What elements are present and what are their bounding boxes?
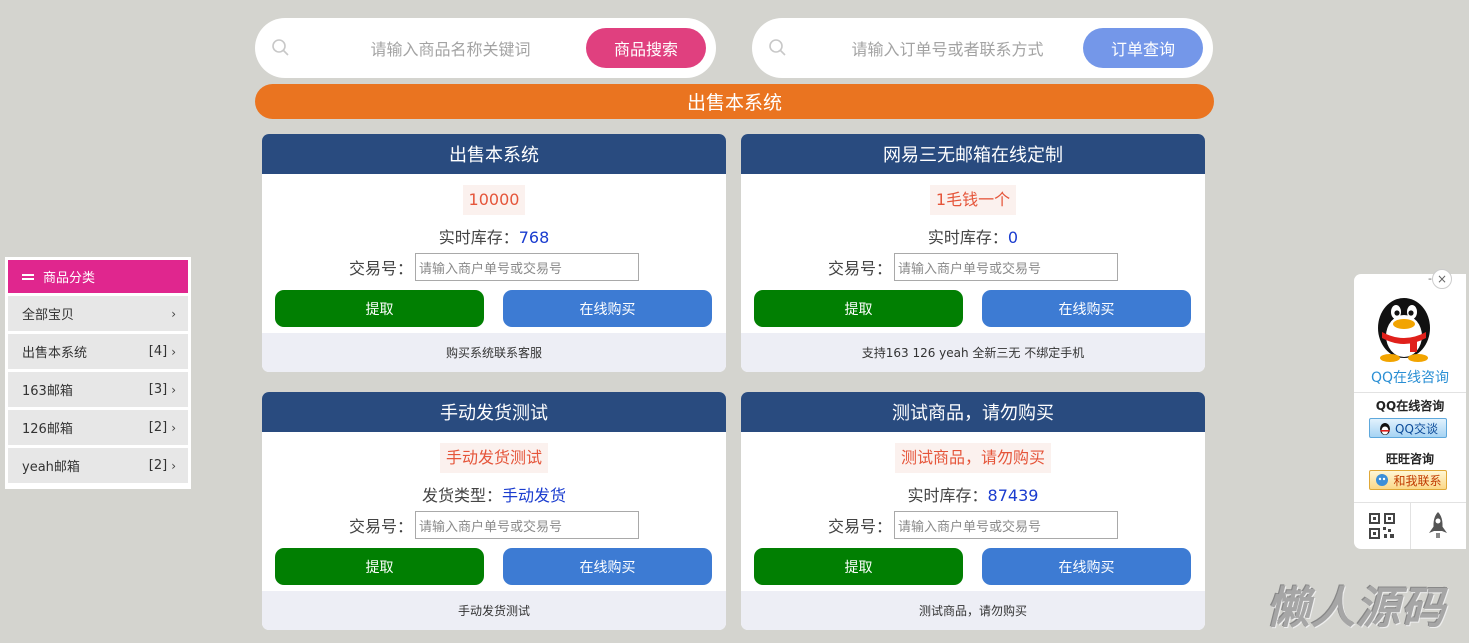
trade-number-input[interactable]: 请输入商户单号或交易号 [894,253,1118,281]
category-header[interactable]: 商品分类 [8,260,188,293]
extract-button[interactable]: 提取 [754,548,963,585]
product-stock: 实时库存：768 [262,224,726,248]
category-item-count: [3] [148,382,168,397]
wangwang-icon [1376,474,1389,486]
chevron-right-icon: › [171,420,176,435]
stock-value: 87439 [987,486,1039,505]
category-item-count: [4] [148,344,168,359]
product-title: 测试商品，请勿购买 [741,392,1205,432]
qq-penguin-icon [1378,298,1430,362]
trade-number-input[interactable]: 请输入商户单号或交易号 [894,511,1118,539]
wangwang-contact-label: 和我联系 [1393,473,1442,488]
product-card: 测试商品，请勿购买 测试商品，请勿购买 实时库存：87439 交易号： 请输入商… [741,392,1205,630]
stock-value: 0 [1007,228,1019,247]
chevron-right-icon: › [171,344,176,359]
stock-value: 768 [518,228,550,247]
category-item-126-mail[interactable]: 126邮箱 [2] › [8,410,188,445]
category-item-system[interactable]: 出售本系统 [4] › [8,334,188,369]
product-title: 网易三无邮箱在线定制 [741,134,1205,174]
order-search-input[interactable]: 请输入订单号或者联系方式 [812,18,1083,78]
product-title: 出售本系统 [262,134,726,174]
product-price: 手动发货测试 [439,443,548,473]
category-item-yeah-mail[interactable]: yeah邮箱 [2] › [8,448,188,483]
qq-chat-label: QQ交谈 [1395,421,1438,436]
delivery-type-value: 手动发货 [502,486,567,505]
watermark: 懒人源码 [1266,583,1446,634]
menu-icon [22,272,34,282]
category-item-label: yeah邮箱 [22,460,80,475]
product-price: 1毛钱一个 [929,185,1017,215]
category-title: 商品分类 [43,271,96,286]
product-card: 网易三无邮箱在线定制 1毛钱一个 实时库存：0 交易号： 请输入商户单号或交易号… [741,134,1205,372]
delivery-type: 发货类型：手动发货 [262,482,726,506]
category-item-count: [2] [148,458,168,473]
stock-label: 实时库存： [438,228,519,247]
goods-search-button[interactable]: 商品搜索 [586,28,706,68]
category-item-label: 163邮箱 [22,384,73,399]
stock-label: 实时库存： [907,486,988,505]
product-card: 手动发货测试 手动发货测试 发货类型：手动发货 交易号： 请输入商户单号或交易号… [262,392,726,630]
wangwang-consult-label: 旺旺咨询 [1385,452,1434,466]
category-item-label: 126邮箱 [22,422,73,437]
divider [1354,392,1466,393]
category-item-all[interactable]: 全部宝贝 › [8,296,188,331]
extract-button[interactable]: 提取 [275,290,484,327]
extract-button[interactable]: 提取 [754,290,963,327]
chevron-right-icon: › [171,382,176,397]
product-card: 出售本系统 10000 实时库存：768 交易号： 请输入商户单号或交易号 提取… [262,134,726,372]
product-note: 手动发货测试 [262,591,726,630]
trade-label: 交易号： [827,517,892,536]
product-stock: 实时库存：0 [741,224,1205,248]
wangwang-contact-button[interactable]: 和我联系 [1369,470,1447,490]
product-note: 测试商品，请勿购买 [741,591,1205,630]
product-price: 10000 [462,185,526,215]
trade-label: 交易号： [348,259,413,278]
order-search-bar: 请输入订单号或者联系方式 订单查询 [752,18,1213,78]
goods-search-bar: 请输入商品名称关键词 商品搜索 [255,18,716,78]
chevron-right-icon: › [171,458,176,473]
chevron-right-icon: › [171,306,176,321]
buy-online-button[interactable]: 在线购买 [503,548,712,585]
search-icon [769,39,786,56]
trade-number-input[interactable]: 请输入商户单号或交易号 [415,253,639,281]
qq-panel-title[interactable]: QQ在线咨询 [1354,367,1466,387]
qq-small-icon [1380,423,1391,435]
search-icon [272,39,289,56]
extract-button[interactable]: 提取 [275,548,484,585]
product-price: 测试商品，请勿购买 [894,443,1051,473]
product-stock: 实时库存：87439 [741,482,1205,506]
category-item-count: [2] [148,420,168,435]
product-note: 支持163 126 yeah 全新三无 不绑定手机 [741,333,1205,372]
goods-search-input[interactable]: 请输入商品名称关键词 [315,18,586,78]
category-banner: 出售本系统 [255,84,1214,119]
category-item-label: 全部宝贝 [22,308,75,323]
order-search-button[interactable]: 订单查询 [1083,28,1203,68]
category-panel: 商品分类 全部宝贝 › 出售本系统 [4] › 163邮箱 [3] › 126邮箱 … [5,257,191,489]
buy-online-button[interactable]: 在线购买 [982,548,1191,585]
rocket-top-icon[interactable] [1411,503,1467,549]
qq-consult-panel: - × QQ在线咨询 QQ在线咨询 QQ交谈 旺旺咨询 和我联系 [1354,269,1467,549]
stock-label: 实时库存： [927,228,1008,247]
trade-number-input[interactable]: 请输入商户单号或交易号 [415,511,639,539]
trade-label: 交易号： [348,517,413,536]
category-item-label: 出售本系统 [22,346,88,361]
product-note: 购买系统联系客服 [262,333,726,372]
qrcode-icon[interactable] [1354,503,1411,549]
qq-consult-label: QQ在线咨询 [1375,399,1445,413]
qq-chat-button[interactable]: QQ交谈 [1369,418,1447,438]
category-item-163-mail[interactable]: 163邮箱 [3] › [8,372,188,407]
product-title: 手动发货测试 [262,392,726,432]
buy-online-button[interactable]: 在线购买 [982,290,1191,327]
delivery-type-label: 发货类型： [421,486,502,505]
trade-label: 交易号： [827,259,892,278]
buy-online-button[interactable]: 在线购买 [503,290,712,327]
